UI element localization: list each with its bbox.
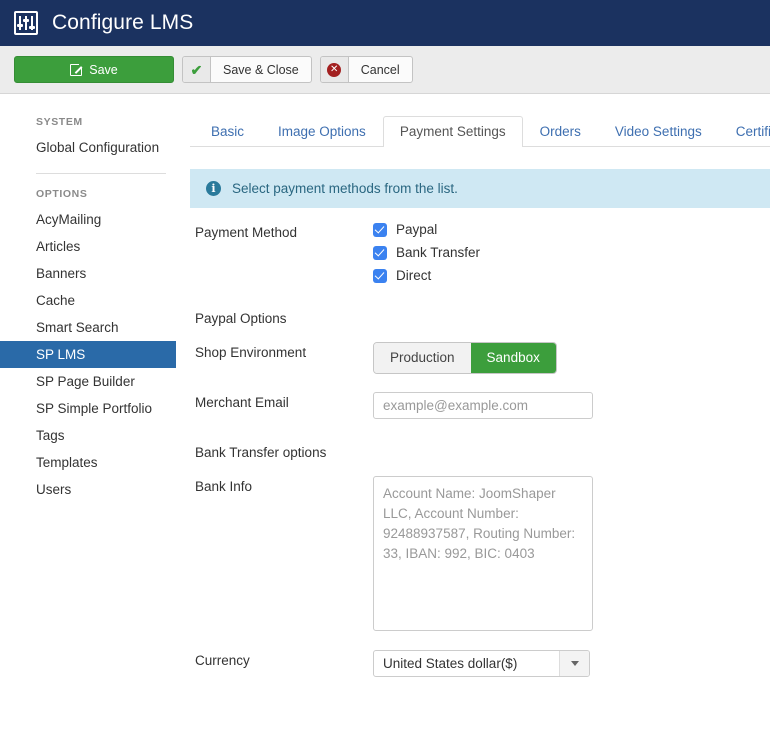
row-currency: Currency United States dollar($): [190, 650, 770, 677]
checkbox-direct-label: Direct: [396, 268, 431, 283]
pencil-square-icon: [70, 64, 82, 76]
save-and-close-button[interactable]: ✔ Save & Close: [182, 56, 312, 83]
check-icon: ✔: [183, 57, 211, 82]
checkbox-direct-box[interactable]: [373, 269, 387, 283]
checkbox-bank-transfer[interactable]: Bank Transfer: [373, 245, 770, 260]
info-alert: i Select payment methods from the list.: [190, 169, 770, 208]
currency-select[interactable]: United States dollar($): [373, 650, 590, 677]
payment-method-label: Payment Method: [190, 222, 373, 240]
page-title: Configure LMS: [52, 11, 193, 35]
payment-method-options: Paypal Bank Transfer Direct: [373, 222, 770, 291]
row-payment-method: Payment Method Paypal Bank Transfer Dire…: [190, 222, 770, 291]
payment-settings-form: Payment Method Paypal Bank Transfer Dire…: [190, 208, 770, 677]
shop-environment-toggle[interactable]: Production Sandbox: [373, 342, 557, 374]
sidebar-divider: [36, 173, 166, 174]
toolbar: Save ✔ Save & Close ✕ Cancel: [0, 46, 770, 94]
sidebar-item-tags[interactable]: Tags: [0, 422, 190, 449]
cancel-label: Cancel: [349, 57, 412, 82]
currency-select-value: United States dollar($): [374, 651, 559, 676]
save-button[interactable]: Save: [14, 56, 174, 83]
paypal-options-section-label: Paypal Options: [190, 311, 770, 326]
tab-orders[interactable]: Orders: [523, 116, 598, 147]
shop-environment-field: Production Sandbox: [373, 342, 770, 374]
sidebar-item-cache[interactable]: Cache: [0, 287, 190, 314]
checkbox-paypal-box[interactable]: [373, 223, 387, 237]
close-circle-icon: ✕: [321, 57, 349, 82]
checkbox-bank-transfer-label: Bank Transfer: [396, 245, 480, 260]
sidebar-item-users[interactable]: Users: [0, 476, 190, 503]
row-shop-environment: Shop Environment Production Sandbox: [190, 342, 770, 374]
merchant-email-label: Merchant Email: [190, 392, 373, 410]
bank-info-field: [373, 476, 770, 636]
shop-environment-option-sandbox[interactable]: Sandbox: [471, 343, 556, 373]
tab-payment-settings[interactable]: Payment Settings: [383, 116, 523, 147]
tab-bar: Basic Image Options Payment Settings Ord…: [190, 116, 770, 147]
sidebar-heading-options: OPTIONS: [0, 188, 190, 206]
sidebar-heading-system: SYSTEM: [0, 116, 190, 134]
sidebar-item-global-configuration[interactable]: Global Configuration: [0, 134, 190, 161]
row-merchant-email: Merchant Email: [190, 392, 770, 419]
checkbox-bank-transfer-box[interactable]: [373, 246, 387, 260]
sidebar-item-articles[interactable]: Articles: [0, 233, 190, 260]
sidebar-item-smart-search[interactable]: Smart Search: [0, 314, 190, 341]
sidebar-item-sp-page-builder[interactable]: SP Page Builder: [0, 368, 190, 395]
currency-label: Currency: [190, 650, 373, 668]
sidebar-item-sp-simple-portfolio[interactable]: SP Simple Portfolio: [0, 395, 190, 422]
info-icon: i: [206, 181, 221, 196]
tab-image-options[interactable]: Image Options: [261, 116, 383, 147]
currency-field: United States dollar($): [373, 650, 770, 677]
row-bank-info: Bank Info: [190, 476, 770, 636]
save-and-close-label: Save & Close: [211, 57, 311, 82]
bank-transfer-options-section-label: Bank Transfer options: [190, 445, 770, 460]
checkbox-paypal-label: Paypal: [396, 222, 437, 237]
sidebar-item-templates[interactable]: Templates: [0, 449, 190, 476]
bank-info-textarea[interactable]: [373, 476, 593, 631]
cancel-button[interactable]: ✕ Cancel: [320, 56, 413, 83]
main-content: Basic Image Options Payment Settings Ord…: [190, 94, 770, 691]
sidebar-item-sp-lms[interactable]: SP LMS: [0, 341, 176, 368]
shop-environment-label: Shop Environment: [190, 342, 373, 360]
sidebar-item-banners[interactable]: Banners: [0, 260, 190, 287]
tab-basic[interactable]: Basic: [194, 116, 261, 147]
merchant-email-field: [373, 392, 770, 419]
sidebar: SYSTEM Global Configuration OPTIONS AcyM…: [0, 94, 190, 691]
shop-environment-option-production[interactable]: Production: [374, 343, 471, 373]
save-button-label: Save: [89, 63, 118, 77]
sliders-icon: [14, 11, 38, 35]
tab-video-settings[interactable]: Video Settings: [598, 116, 719, 147]
checkbox-paypal[interactable]: Paypal: [373, 222, 770, 237]
bank-info-label: Bank Info: [190, 476, 373, 494]
page-body: SYSTEM Global Configuration OPTIONS AcyM…: [0, 94, 770, 691]
tab-certificate[interactable]: Certificate: [719, 116, 770, 147]
merchant-email-input[interactable]: [373, 392, 593, 419]
info-alert-text: Select payment methods from the list.: [232, 181, 458, 196]
checkbox-direct[interactable]: Direct: [373, 268, 770, 283]
app-header: Configure LMS: [0, 0, 770, 46]
sidebar-item-acymailing[interactable]: AcyMailing: [0, 206, 190, 233]
chevron-down-icon[interactable]: [559, 651, 589, 676]
